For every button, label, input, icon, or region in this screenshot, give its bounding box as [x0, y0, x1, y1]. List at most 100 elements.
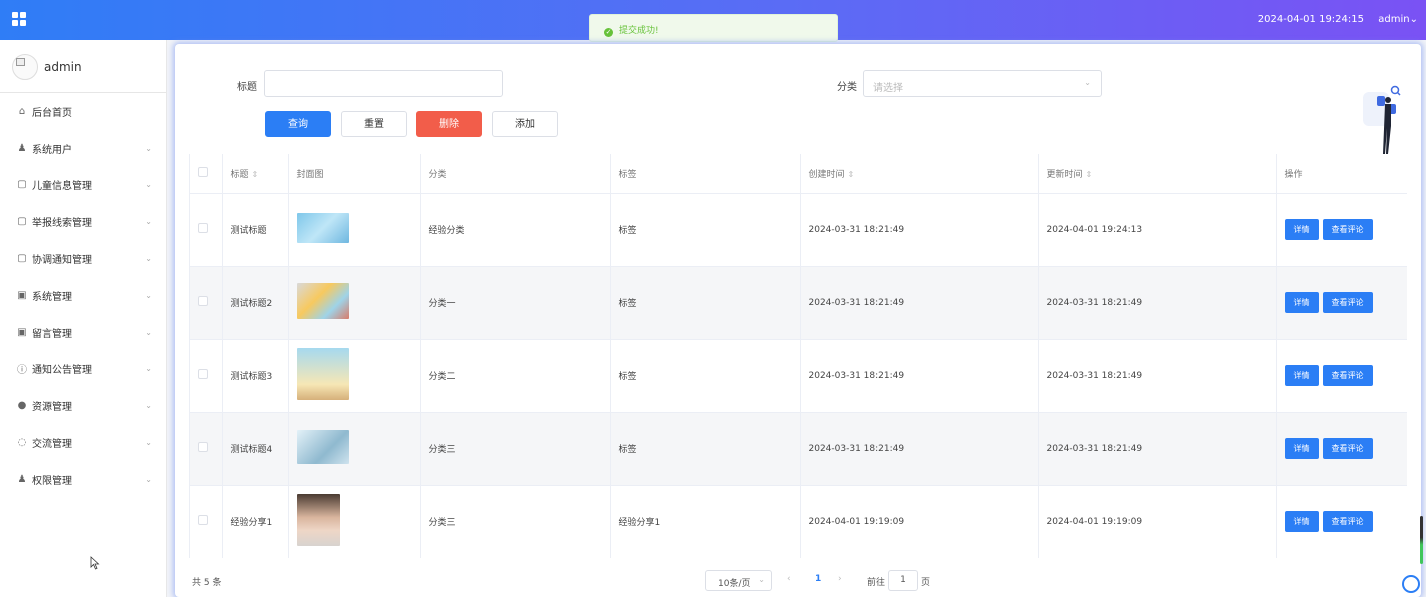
page-size-select[interactable]: 10条/页 ⌄ — [705, 570, 772, 591]
chevron-down-icon: ⌄ — [145, 364, 152, 374]
table-header-row: 标题 ⇕ 封面图 分类 标签 创建时间 ⇕ 更新时间 ⇕ 操作 — [190, 154, 1407, 194]
avatar — [12, 54, 38, 80]
cell-updated: 2024-03-31 18:21:49 — [1038, 339, 1277, 413]
sidebar-item-label: 后台首页 — [32, 107, 72, 119]
cell-updated: 2024-03-31 18:21:49 — [1038, 412, 1277, 486]
success-toast: ✓ 提交成功! — [589, 14, 838, 42]
cell-title: 测试标题 — [222, 193, 289, 267]
table-row: 测试标题2 分类一 标签 2024-03-31 18:21:49 2024-03-31 … — [190, 266, 1407, 340]
view-comments-button[interactable]: 查看评论 — [1322, 438, 1373, 459]
title-filter-input[interactable] — [264, 70, 503, 97]
row-checkbox[interactable] — [198, 369, 208, 379]
row-checkbox[interactable] — [198, 296, 208, 306]
cell-title: 测试标题2 — [222, 266, 289, 340]
cell-created: 2024-04-01 19:19:09 — [800, 485, 1039, 558]
detail-button[interactable]: 详情 — [1284, 365, 1319, 386]
view-comments-button[interactable]: 查看评论 — [1322, 511, 1373, 532]
delete-button[interactable]: 删除 — [416, 111, 482, 137]
next-page-icon[interactable]: › — [838, 574, 842, 584]
mouse-cursor-icon — [90, 556, 100, 570]
home-icon: ⌂ — [18, 105, 26, 117]
table-row: 测试标题3 分类二 标签 2024-03-31 18:21:49 2024-03-31 … — [190, 339, 1407, 413]
sidebar-item-0[interactable]: ⌂ 后台首页 — [0, 93, 166, 130]
cover-image — [296, 430, 349, 464]
cell-tag: 标签 — [610, 266, 801, 340]
cell-created: 2024-03-31 18:21:49 — [800, 412, 1039, 486]
user-icon: ♟ — [17, 473, 27, 485]
sidebar-item-7[interactable]: ⓘ 通知公告管理 ⌄ — [0, 351, 166, 388]
view-comments-button[interactable]: 查看评论 — [1322, 219, 1373, 240]
chevron-down-icon: ⌄ — [145, 143, 152, 153]
prev-page-icon[interactable]: ‹ — [787, 574, 791, 584]
view-comments-button[interactable]: 查看评论 — [1322, 292, 1373, 313]
scrollbar[interactable] — [1420, 516, 1423, 564]
picture-icon: ▣ — [17, 289, 27, 301]
cell-title: 测试标题4 — [222, 412, 289, 486]
column-header-title[interactable]: 标题 ⇕ — [222, 154, 289, 194]
sidebar-item-label: 权限管理 — [32, 475, 72, 487]
sidebar-item-8[interactable]: ● 资源管理 ⌄ — [0, 387, 166, 424]
title-filter-label: 标题 — [237, 82, 257, 93]
sidebar-item-6[interactable]: ▣ 留言管理 ⌄ — [0, 314, 166, 351]
row-checkbox[interactable] — [198, 223, 208, 233]
sort-icon[interactable]: ⇕ — [848, 170, 855, 179]
cell-actions: 详情 查看评论 — [1276, 485, 1407, 558]
page-number[interactable]: 1 — [815, 574, 821, 584]
chevron-down-icon: ⌄ — [758, 575, 765, 584]
sidebar-item-4[interactable]: ▢ 协调通知管理 ⌄ — [0, 240, 166, 277]
sort-icon[interactable]: ⇕ — [1086, 170, 1093, 179]
cell-tag: 标签 — [610, 193, 801, 267]
sidebar-item-5[interactable]: ▣ 系统管理 ⌄ — [0, 277, 166, 314]
detail-button[interactable]: 详情 — [1284, 292, 1319, 313]
column-header-created[interactable]: 创建时间 ⇕ — [800, 154, 1039, 194]
query-button[interactable]: 查询 — [265, 111, 331, 137]
chevron-down-icon: ⌄ — [145, 180, 152, 190]
sort-icon[interactable]: ⇕ — [252, 170, 259, 179]
cover-image — [296, 283, 349, 319]
cell-category: 分类三 — [420, 412, 611, 486]
column-header-updated[interactable]: 更新时间 ⇕ — [1038, 154, 1277, 194]
detail-button[interactable]: 详情 — [1284, 511, 1319, 532]
add-button[interactable]: 添加 — [492, 111, 558, 137]
goto-page-input[interactable]: 1 — [888, 570, 918, 591]
view-comments-button[interactable]: 查看评论 — [1322, 365, 1373, 386]
cell-actions: 详情 查看评论 — [1276, 412, 1407, 486]
reset-button[interactable]: 重置 — [341, 111, 407, 137]
cover-image — [296, 213, 349, 243]
sidebar-item-1[interactable]: ♟ 系统用户 ⌄ — [0, 130, 166, 167]
chevron-down-icon: ⌄ — [1409, 14, 1418, 25]
menu-grid-icon[interactable] — [12, 12, 26, 26]
location-icon: ● — [17, 400, 27, 412]
search-illustration-icon — [1363, 85, 1401, 154]
detail-button[interactable]: 详情 — [1284, 438, 1319, 459]
pagination: 共 5 条 10条/页 ⌄ ‹ 1 › 前往 1 页 — [175, 564, 1421, 592]
support-icon[interactable] — [1402, 575, 1420, 593]
cover-image — [296, 348, 349, 400]
row-checkbox[interactable] — [198, 442, 208, 452]
chat-icon: ◌ — [17, 437, 27, 449]
cell-title: 经验分享1 — [222, 485, 289, 558]
sidebar-item-3[interactable]: ▢ 举报线索管理 ⌄ — [0, 203, 166, 240]
sidebar-user: admin — [0, 40, 166, 93]
category-select[interactable]: 请选择 ⌄ — [863, 70, 1102, 97]
sidebar-item-2[interactable]: ▢ 儿童信息管理 ⌄ — [0, 167, 166, 204]
data-table: 标题 ⇕ 封面图 分类 标签 创建时间 ⇕ 更新时间 ⇕ 操作 测试标题 经验分类 标签 2… — [189, 154, 1407, 558]
sidebar-item-9[interactable]: ◌ 交流管理 ⌄ — [0, 424, 166, 461]
category-filter-label: 分类 — [837, 82, 857, 93]
column-header-category: 分类 — [420, 154, 611, 194]
detail-button[interactable]: 详情 — [1284, 219, 1319, 240]
cell-tag: 标签 — [610, 412, 801, 486]
sidebar-item-label: 留言管理 — [32, 328, 72, 340]
cell-updated: 2024-03-31 18:21:49 — [1038, 266, 1277, 340]
document-icon: ▢ — [17, 216, 27, 228]
sidebar-item-10[interactable]: ♟ 权限管理 ⌄ — [0, 461, 166, 498]
select-all-checkbox[interactable] — [198, 166, 208, 177]
cell-category: 经验分类 — [420, 193, 611, 267]
cell-tag: 经验分享1 — [610, 485, 801, 558]
chevron-down-icon: ⌄ — [145, 438, 152, 448]
row-checkbox[interactable] — [198, 515, 208, 525]
cell-created: 2024-03-31 18:21:49 — [800, 339, 1039, 413]
cell-tag: 标签 — [610, 339, 801, 413]
user-menu[interactable]: admin⌄ — [1378, 14, 1418, 25]
check-circle-icon: ✓ — [604, 28, 613, 37]
